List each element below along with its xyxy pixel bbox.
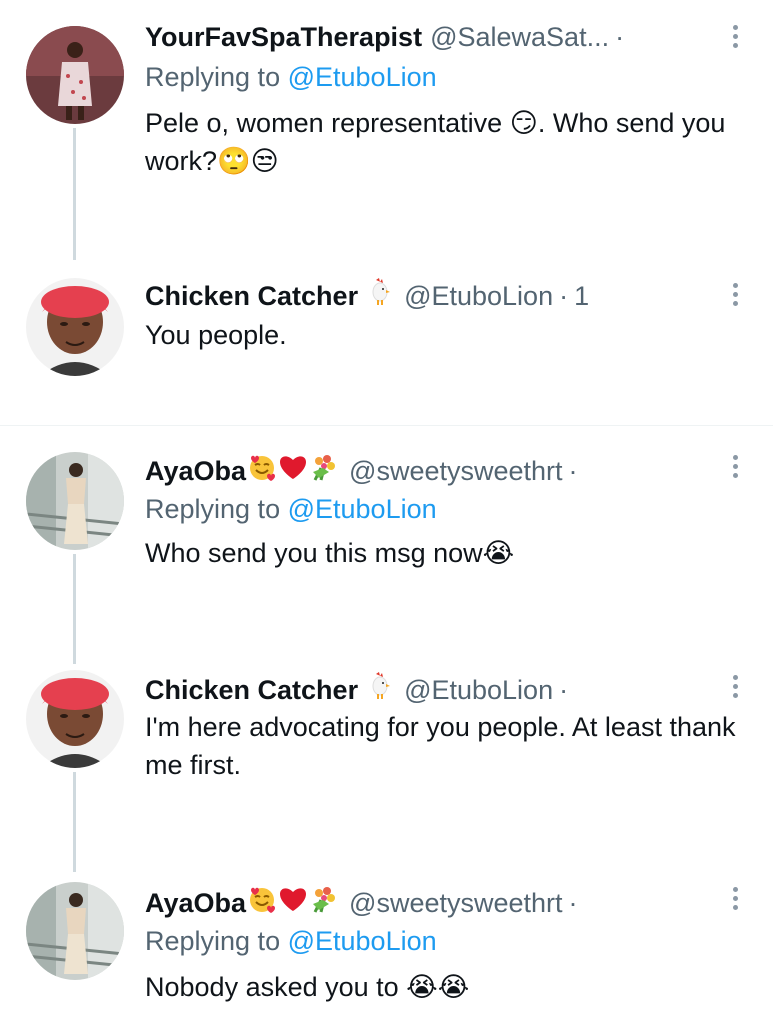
display-name[interactable]: Chicken Catcher: [145, 279, 358, 313]
more-options-icon[interactable]: [726, 280, 744, 310]
thread-line: [73, 652, 76, 664]
more-options-icon[interactable]: [726, 452, 744, 482]
replying-to-label: Replying to: [145, 494, 281, 524]
replying-to-label: Replying to: [145, 62, 281, 92]
tweet-text: You people.: [145, 320, 287, 350]
tweet-header: Chicken Catcher @EtuboLion ·: [145, 672, 568, 708]
avatar-ayaoba[interactable]: [26, 452, 124, 550]
chicken-icon: [370, 672, 391, 708]
replying-to: Replying to @EtuboLion: [145, 924, 437, 958]
replying-to: Replying to @EtuboLion: [145, 492, 437, 526]
tweet-header: YourFavSpaTherapist @SalewaSat... ·: [145, 20, 624, 54]
bouquet-icon: [309, 884, 339, 922]
separator-dot: ·: [568, 456, 578, 486]
tweet-1[interactable]: YourFavSpaTherapist @SalewaSat... · Repl…: [0, 0, 773, 260]
tweet-5[interactable]: AyaOba @sweetysweethrt · Replying to @Et…: [0, 872, 773, 1024]
display-name[interactable]: AyaOba: [145, 886, 246, 920]
avatar-chicken-catcher[interactable]: [26, 670, 124, 768]
mention-link[interactable]: @EtuboLion: [288, 494, 437, 524]
chicken-icon: [370, 278, 391, 314]
smiling-face-with-hearts-icon: [247, 884, 277, 922]
tweet-text: Pele o, women representative 😏. Who send…: [145, 108, 726, 176]
avatar-chicken-catcher[interactable]: [26, 278, 124, 376]
more-options-icon[interactable]: [726, 884, 744, 914]
username[interactable]: @EtuboLion: [404, 673, 553, 707]
timestamp[interactable]: 1: [574, 279, 589, 313]
more-options-icon[interactable]: [726, 22, 744, 52]
username[interactable]: @EtuboLion: [404, 279, 553, 313]
tweet-header: Chicken Catcher @EtuboLion · 1: [145, 278, 589, 314]
red-heart-icon: [278, 453, 308, 489]
tweet-3[interactable]: AyaOba @sweetysweethrt · Replying to @Et…: [0, 426, 773, 664]
avatar-yourfavspatherapist[interactable]: [26, 26, 124, 124]
tweet-4[interactable]: Chicken Catcher @EtuboLion · I'm here ad…: [0, 652, 773, 872]
mention-link[interactable]: @EtuboLion: [288, 926, 437, 956]
display-name[interactable]: YourFavSpaTherapist: [145, 20, 422, 54]
mention-link[interactable]: @EtuboLion: [288, 62, 437, 92]
display-name[interactable]: AyaOba: [145, 454, 246, 488]
replying-to: Replying to @EtuboLion: [145, 60, 437, 94]
tweet-header: AyaOba @sweetysweethrt ·: [145, 452, 578, 490]
separator-dot: ·: [559, 281, 569, 311]
avatar-ayaoba[interactable]: [26, 882, 124, 980]
username[interactable]: @SalewaSat...: [430, 20, 609, 54]
bouquet-icon: [309, 452, 339, 490]
replying-to-label: Replying to: [145, 926, 281, 956]
thread-line: [73, 772, 76, 872]
username[interactable]: @sweetysweethrt: [349, 886, 562, 920]
red-heart-icon: [278, 885, 308, 921]
more-options-icon[interactable]: [726, 672, 744, 702]
tweet-text: Who send you this msg now😭: [145, 538, 515, 568]
display-name[interactable]: Chicken Catcher: [145, 673, 358, 707]
separator-dot: ·: [615, 22, 625, 52]
smiling-face-with-hearts-icon: [247, 452, 277, 490]
tweet-text: Nobody asked you to 😭😭: [145, 972, 470, 1002]
username[interactable]: @sweetysweethrt: [349, 454, 562, 488]
tweet-2[interactable]: Chicken Catcher @EtuboLion · 1 You peopl…: [0, 260, 773, 425]
tweet-header: AyaOba @sweetysweethrt ·: [145, 884, 578, 922]
thread-line: [73, 128, 76, 260]
separator-dot: ·: [559, 675, 569, 705]
thread-line: [73, 554, 76, 664]
tweet-text: I'm here advocating for you people. At l…: [145, 712, 736, 780]
separator-dot: ·: [568, 888, 578, 918]
